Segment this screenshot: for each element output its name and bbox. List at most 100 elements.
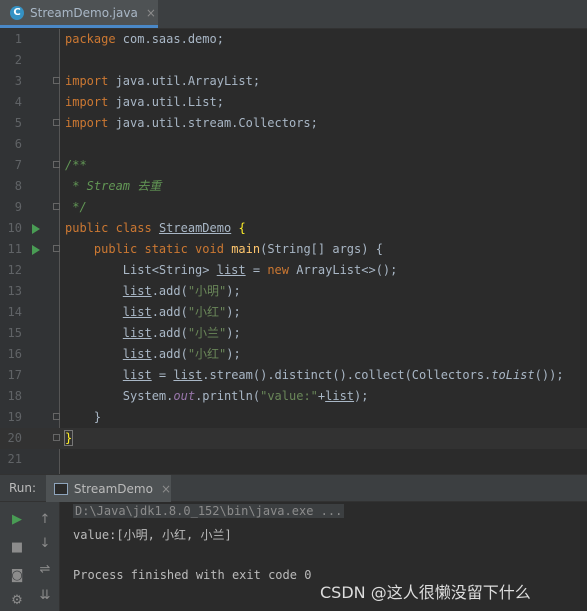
code-text: com.saas.demo; bbox=[115, 32, 224, 46]
code-text: java.util.ArrayList; bbox=[108, 74, 261, 88]
code-line-16: 16 list.add("小红"); bbox=[0, 344, 587, 365]
up-arrow-icon[interactable]: ↑ bbox=[34, 508, 56, 530]
line-number: 7 bbox=[14, 158, 22, 172]
comment: /** bbox=[65, 158, 87, 172]
code-line-12: 12 List<String> list = new ArrayList<>()… bbox=[0, 260, 587, 281]
string-literal: "value:" bbox=[260, 389, 318, 403]
variable: list bbox=[122, 368, 152, 382]
scroll-to-end-icon[interactable]: ⇊ bbox=[34, 584, 56, 606]
line-number: 10 bbox=[7, 221, 22, 235]
code-line-19: 19 } bbox=[0, 407, 587, 428]
string-literal: "小红" bbox=[187, 305, 227, 319]
static-field: out bbox=[173, 389, 196, 403]
line-number: 21 bbox=[7, 452, 22, 466]
variable: list bbox=[216, 263, 246, 277]
line-number: 18 bbox=[7, 389, 22, 403]
keyword: public bbox=[65, 221, 109, 235]
fold-icon[interactable] bbox=[53, 245, 60, 252]
code-text: = bbox=[245, 263, 268, 277]
run-tab-streamdemo[interactable]: StreamDemo × bbox=[46, 475, 171, 502]
code-text: .stream().distinct().collect(Collectors. bbox=[202, 368, 492, 382]
soft-wrap-icon[interactable]: ⇌ bbox=[34, 558, 56, 580]
keyword: package bbox=[65, 32, 116, 46]
tab-title: StreamDemo.java bbox=[30, 5, 138, 20]
line-number: 16 bbox=[7, 347, 22, 361]
console-icon bbox=[54, 482, 68, 495]
text-caret bbox=[72, 431, 74, 446]
code-line-1: 1 package com.saas.demo; bbox=[0, 29, 587, 50]
code-text: ()); bbox=[534, 368, 564, 382]
comment: * Stream 去重 bbox=[65, 179, 162, 193]
line-number: 2 bbox=[14, 53, 22, 67]
code-line-9: 9 */ bbox=[0, 197, 587, 218]
code-line-14: 14 list.add("小红"); bbox=[0, 302, 587, 323]
line-number: 15 bbox=[7, 326, 22, 340]
stop-icon[interactable]: ■ bbox=[6, 536, 28, 558]
camera-icon[interactable]: ◙ bbox=[6, 564, 28, 586]
fold-icon[interactable] bbox=[53, 161, 60, 168]
fold-icon[interactable] bbox=[53, 203, 60, 210]
code-text: .println( bbox=[195, 389, 261, 403]
keyword: class bbox=[115, 221, 152, 235]
variable: list bbox=[325, 389, 355, 403]
close-run-tab-icon[interactable]: × bbox=[161, 482, 171, 496]
brace: { bbox=[238, 221, 246, 235]
code-line-13: 13 list.add("小明"); bbox=[0, 281, 587, 302]
comment: */ bbox=[65, 200, 87, 214]
string-literal: "小红" bbox=[187, 347, 227, 361]
console-output: value:[小明, 小红, 小兰] bbox=[73, 528, 232, 542]
line-number: 17 bbox=[7, 368, 22, 382]
variable: list bbox=[173, 368, 203, 382]
code-line-5: 5 import java.util.stream.Collectors; bbox=[0, 113, 587, 134]
down-arrow-icon[interactable]: ↓ bbox=[34, 532, 56, 554]
static-method: toList bbox=[491, 368, 535, 382]
code-line-10: 10 public class StreamDemo { bbox=[0, 218, 587, 239]
code-line-3: 3 import java.util.ArrayList; bbox=[0, 71, 587, 92]
run-gutter-icon[interactable] bbox=[32, 224, 40, 234]
line-number: 20 bbox=[7, 431, 22, 445]
string-literal: "小明" bbox=[187, 284, 227, 298]
watermark: CSDN @这人很懒没留下什么 bbox=[320, 583, 531, 602]
line-number: 13 bbox=[7, 284, 22, 298]
line-number: 8 bbox=[14, 179, 22, 193]
line-number: 12 bbox=[7, 263, 22, 277]
code-text: .add( bbox=[151, 284, 188, 298]
code-text: ); bbox=[226, 347, 241, 361]
variable: list bbox=[122, 305, 152, 319]
fold-icon[interactable] bbox=[53, 434, 60, 441]
code-text: .add( bbox=[151, 326, 188, 340]
string-literal: "小兰" bbox=[187, 326, 227, 340]
line-number: 5 bbox=[14, 116, 22, 130]
code-text: ); bbox=[226, 305, 241, 319]
code-line-21: 21 bbox=[0, 449, 587, 470]
code-line-6: 6 bbox=[0, 134, 587, 155]
run-label: Run: bbox=[9, 481, 37, 495]
java-class-icon: C bbox=[10, 5, 24, 20]
line-number: 14 bbox=[7, 305, 22, 319]
variable: list bbox=[122, 326, 152, 340]
run-tab-title: StreamDemo bbox=[73, 481, 153, 496]
rerun-icon[interactable]: ▶ bbox=[6, 508, 28, 530]
line-number: 4 bbox=[14, 95, 22, 109]
code-line-18: 18 System.out.println("value:"+list); bbox=[0, 386, 587, 407]
code-text: .add( bbox=[151, 305, 188, 319]
fold-icon[interactable] bbox=[53, 119, 60, 126]
code-text: ); bbox=[226, 326, 241, 340]
line-number: 3 bbox=[14, 74, 22, 88]
run-gutter-icon[interactable] bbox=[32, 245, 40, 255]
console-exit-message: Process finished with exit code 0 bbox=[73, 568, 312, 582]
close-tab-icon[interactable]: × bbox=[146, 6, 156, 20]
fold-icon[interactable] bbox=[53, 413, 60, 420]
code-text: ); bbox=[226, 284, 241, 298]
code-line-2: 2 bbox=[0, 50, 587, 71]
brace: } bbox=[63, 430, 74, 446]
line-number: 19 bbox=[7, 410, 22, 424]
settings-icon[interactable]: ⚙ bbox=[6, 589, 28, 611]
tab-streamdemo-java[interactable]: C StreamDemo.java × bbox=[0, 0, 158, 28]
fold-icon[interactable] bbox=[53, 77, 60, 84]
code-text: = bbox=[151, 368, 174, 382]
code-editor[interactable]: 1 package com.saas.demo; 2 3 import java.u… bbox=[0, 29, 587, 474]
code-line-11: 11 public static void main(String[] args… bbox=[0, 239, 587, 260]
code-line-8: 8 * Stream 去重 bbox=[0, 176, 587, 197]
editor-tab-bar: C StreamDemo.java × bbox=[0, 0, 587, 29]
